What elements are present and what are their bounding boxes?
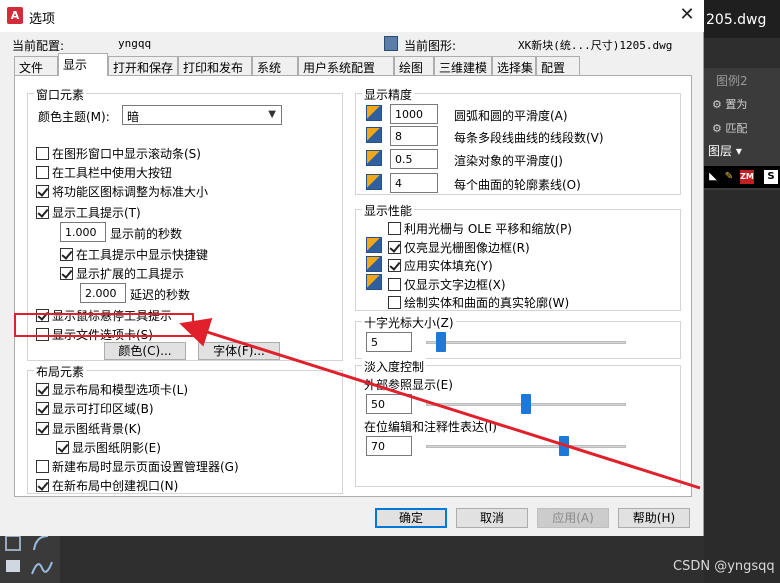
annotation-arrow bbox=[179, 317, 701, 490]
tab-display[interactable]: 显示 bbox=[58, 53, 108, 76]
